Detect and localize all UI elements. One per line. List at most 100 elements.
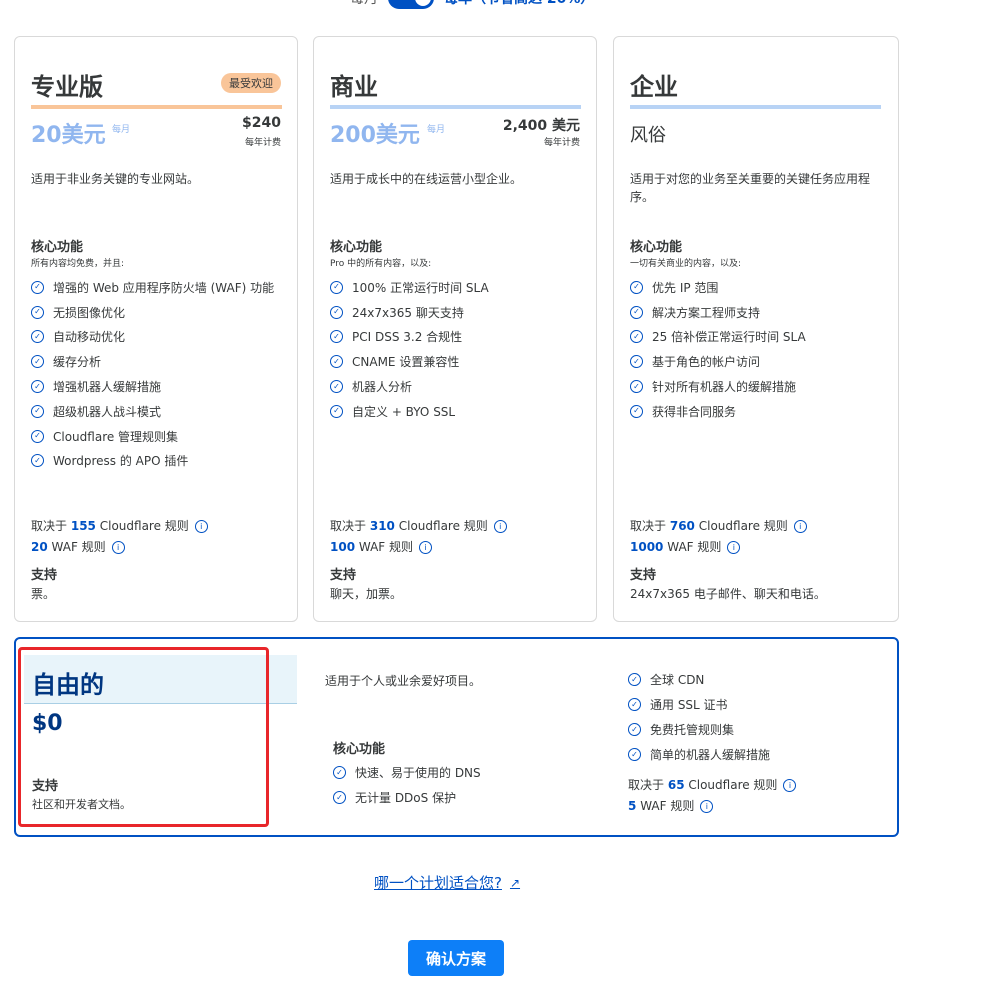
switch-knob [415, 0, 431, 6]
feature-item: ✓ 100% 正常运行时间 SLA [330, 275, 489, 300]
plan-card-pro[interactable]: 专业版 最受欢迎 20美元 每月 $240 每年计费 适用于非业务关键的专业网站… [14, 36, 298, 622]
info-icon[interactable]: i [493, 520, 507, 533]
check-icon: ✓ [630, 404, 643, 418]
annual-note: 每年计费 [244, 138, 281, 148]
annual-note: 每年计费 [543, 138, 580, 148]
check-icon: ✓ [330, 330, 343, 344]
check-icon: ✓ [630, 330, 643, 344]
feature-item: ✓ 无计量 DDoS 保护 [333, 785, 481, 810]
features-subtitle: 所有内容均免费，并且: [31, 259, 125, 269]
feature-item: ✓ 简单的机器人缓解措施 [628, 742, 770, 767]
feature-item: ✓ 增强的 Web 应用程序防火墙 (WAF) 功能 [31, 275, 274, 300]
feature-item: ✓ 增强机器人缓解措施 [31, 374, 274, 399]
support-title: 支持 [32, 779, 59, 794]
annual-price: 2,400 美元 [502, 118, 580, 134]
price-unit: 每月 [112, 125, 131, 135]
plan-custom-price: 风俗 [630, 125, 666, 146]
check-icon: ✓ [31, 355, 44, 369]
feature-item: ✓ 24x7x365 聊天支持 [330, 300, 489, 325]
feature-item: ✓ 自定义 + BYO SSL [330, 399, 489, 424]
check-icon: ✓ [630, 280, 643, 294]
support-text: 聊天，加票。 [330, 587, 403, 601]
check-icon: ✓ [630, 380, 643, 394]
plan-name: 专业版 [31, 73, 103, 101]
feature-list: ✓ 优先 IP 范围 ✓ 解决方案工程师支持 ✓ 25 倍补偿正常运行时间 SLA ✓… [630, 275, 806, 424]
support-title: 支持 [330, 568, 357, 583]
feature-item: ✓ 获得非合同服务 [630, 399, 806, 424]
feature-item: ✓ 机器人分析 [330, 374, 489, 399]
price-unit: 每月 [427, 125, 446, 135]
plan-card-enterprise[interactable]: 企业 风俗 适用于对您的业务至关重要的关键任务应用程序。 核心功能 一切有关商业… [613, 36, 899, 622]
info-icon[interactable]: i [793, 520, 807, 533]
feature-item: ✓ 全球 CDN [628, 667, 770, 692]
annual-price: $240 [242, 115, 281, 131]
feature-item: ✓ PCI DSS 3.2 合规性 [330, 325, 489, 350]
check-icon: ✓ [31, 380, 44, 394]
features-subtitle: Pro 中的所有内容，以及: [330, 259, 432, 269]
check-icon: ✓ [31, 330, 44, 344]
check-icon: ✓ [630, 355, 643, 369]
check-icon: ✓ [330, 404, 343, 418]
info-icon[interactable]: i [111, 541, 125, 554]
which-plan-link[interactable]: 哪一个计划适合您? ↗ [374, 872, 520, 893]
support-title: 支持 [31, 568, 58, 583]
check-icon: ✓ [628, 673, 641, 686]
support-text: 24x7x365 电子邮件、聊天和电话。 [630, 587, 826, 601]
rules-info: 取决于 155 Cloudflare 规则 i 20 WAF 规则 i [31, 516, 208, 558]
check-icon: ✓ [31, 305, 44, 319]
feature-item: ✓ 优先 IP 范围 [630, 275, 806, 300]
plan-description: 适用于成长中的在线运营小型企业。 [330, 172, 523, 186]
check-icon: ✓ [31, 280, 44, 294]
check-icon: ✓ [628, 698, 641, 711]
check-icon: ✓ [333, 791, 346, 804]
feature-item: ✓ 超级机器人战斗模式 [31, 399, 274, 424]
plan-card-free[interactable]: 自由的 $0 支持 社区和开发者文档。 适用于个人或业余爱好项目。 核心功能 ✓… [14, 637, 899, 837]
features-title: 核心功能 [330, 240, 383, 255]
check-icon: ✓ [628, 723, 641, 736]
plan-price: 200美元 [330, 123, 420, 148]
check-icon: ✓ [330, 305, 343, 319]
feature-list: ✓ 增强的 Web 应用程序防火墙 (WAF) 功能 ✓ 无损图像优化 ✓ 自动移动优… [31, 275, 274, 473]
feature-item: ✓ Wordpress 的 APO 插件 [31, 449, 274, 474]
info-icon[interactable]: i [419, 541, 433, 554]
plan-card-business[interactable]: 商业 200美元 每月 2,400 美元 每年计费 适用于成长中的在线运营小型企… [313, 36, 597, 622]
feature-item: ✓ 通用 SSL 证书 [628, 692, 770, 717]
check-icon: ✓ [330, 380, 343, 394]
billing-toggle: 每月 每年（节省高达 20%） [350, 0, 594, 9]
plan-name: 企业 [630, 73, 678, 101]
check-icon: ✓ [31, 404, 44, 418]
rules-info: 取决于 310 Cloudflare 规则 i 100 WAF 规则 i [330, 516, 507, 558]
external-link-icon: ↗ [509, 875, 521, 890]
features-title: 核心功能 [630, 240, 683, 255]
feature-item: ✓ 解决方案工程师支持 [630, 300, 806, 325]
support-text: 社区和开发者文档。 [32, 798, 131, 811]
confirm-plan-button[interactable]: 确认方案 [408, 940, 504, 976]
feature-item: ✓ 缓存分析 [31, 349, 274, 374]
info-icon[interactable]: i [783, 779, 797, 792]
plan-description: 适用于个人或业余爱好项目。 [325, 674, 482, 688]
rules-info: 取决于 760 Cloudflare 规则 i 1000 WAF 规则 i [630, 516, 807, 558]
feature-item: ✓ 基于角色的帐户访问 [630, 349, 806, 374]
info-icon[interactable]: i [700, 800, 714, 813]
feature-list: ✓ 100% 正常运行时间 SLA ✓ 24x7x365 聊天支持 ✓ PCI DSS… [330, 275, 489, 424]
plan-description: 适用于对您的业务至关重要的关键任务应用程序。 [630, 172, 871, 204]
info-icon[interactable]: i [727, 541, 741, 554]
billing-yearly-label[interactable]: 每年（节省高达 20%） [444, 0, 594, 8]
feature-list: ✓ 全球 CDN ✓ 通用 SSL 证书 ✓ 免费托管规则集 ✓ 简单的机器人缓解措施 [628, 667, 770, 767]
features-subtitle: 一切有关商业的内容，以及: [630, 259, 742, 269]
plan-price: 20美元 [31, 123, 106, 148]
feature-item: ✓ 自动移动优化 [31, 325, 274, 350]
feature-item: ✓ 无损图像优化 [31, 300, 274, 325]
billing-switch[interactable] [388, 0, 434, 9]
support-title: 支持 [630, 568, 657, 583]
billing-monthly-label[interactable]: 每月 [350, 0, 378, 8]
check-icon: ✓ [31, 454, 44, 468]
check-icon: ✓ [31, 429, 44, 443]
plan-description: 适用于非业务关键的专业网站。 [31, 172, 200, 186]
plan-accent-bar [31, 105, 282, 109]
feature-item: ✓ 快速、易于使用的 DNS [333, 760, 481, 785]
plan-accent-bar [630, 105, 881, 109]
features-title: 核心功能 [31, 240, 84, 255]
info-icon[interactable]: i [194, 520, 208, 533]
feature-item: ✓ Cloudflare 管理规则集 [31, 424, 274, 449]
